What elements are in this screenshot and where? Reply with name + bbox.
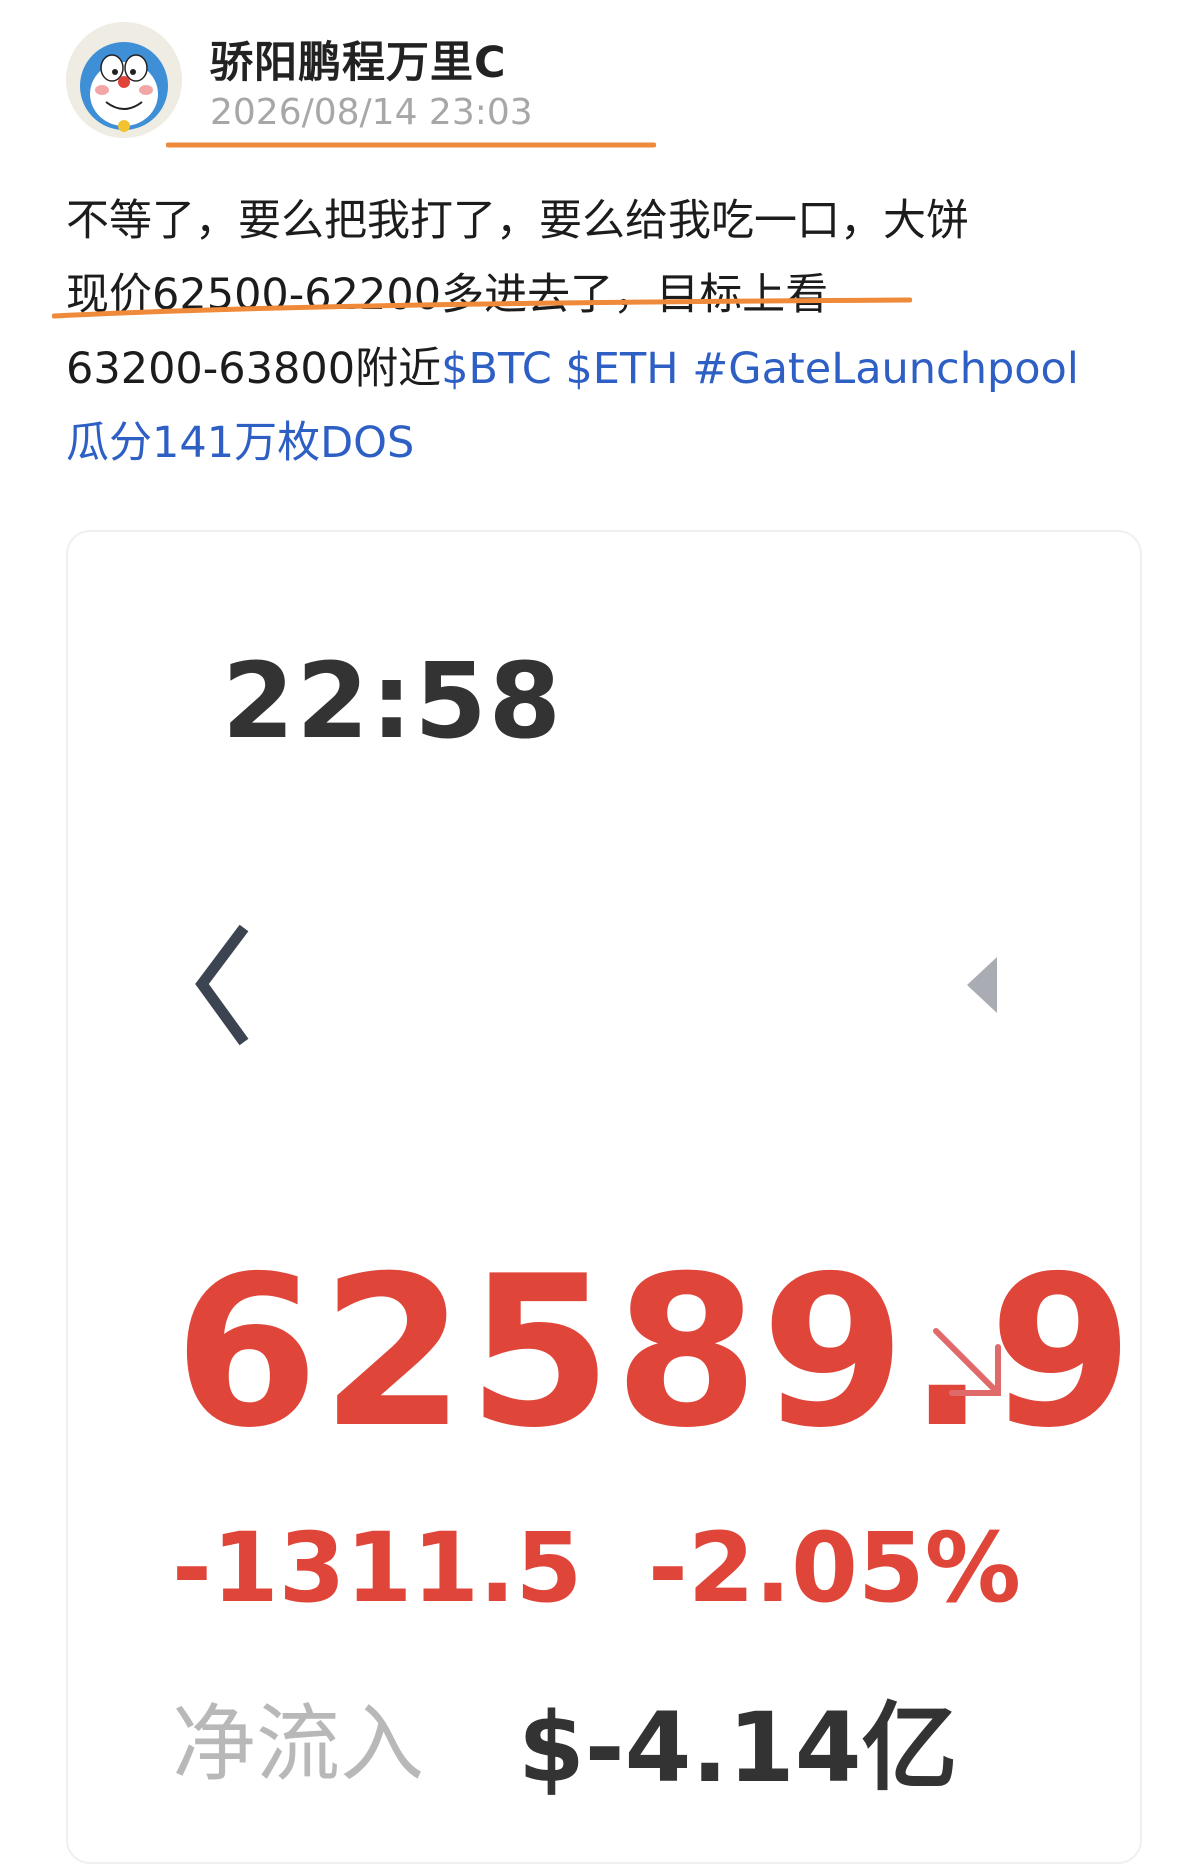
highlight-underline [166,142,656,148]
post-timestamp: 2026/08/14 23:03 [210,92,533,133]
arrow-down-right-icon [933,1328,1001,1396]
avatar[interactable] [66,22,182,138]
doraemon-avatar-icon [66,22,182,138]
post-body: 不等了，要么把我打了，要么给我吃一口，大饼 现价62500-62200多进去了，… [66,184,1146,480]
target-range-text: 63200-63800附近 [66,344,442,394]
market-time: 22:58 [222,640,564,762]
highlight-underline-2 [52,297,912,319]
price-change-percent: -2.05% [648,1512,1021,1624]
chevron-left-icon[interactable] [192,922,262,1052]
net-inflow-label: 净流入 [172,1695,425,1793]
market-screenshot-card[interactable]: 22:58 62589.9 -1311.5 -2.05% 净流入 $-4.14亿 [66,530,1142,1864]
triangle-left-icon[interactable] [961,955,1001,1015]
price-change-absolute: -1311.5 [172,1512,583,1624]
post-header: 骄阳鹏程万里C 2026/08/14 23:03 [66,22,686,148]
eth-cashtag-link[interactable]: $ETH [565,344,678,394]
dos-promo-link[interactable]: 瓜分141万枚DOS [66,406,1146,480]
post-text-line-1: 不等了，要么把我打了，要么给我吃一口，大饼 [66,196,969,246]
author-name[interactable]: 骄阳鹏程万里C [210,28,507,90]
btc-cashtag-link[interactable]: $BTC [441,344,552,394]
post-text-line-3: 63200-63800附近$BTC $ETH #GateLaunchpool [66,332,1146,406]
gatelaunchpool-hashtag-link[interactable]: #GateLaunchpool [692,344,1079,394]
net-inflow-value: $-4.14亿 [518,1692,958,1804]
